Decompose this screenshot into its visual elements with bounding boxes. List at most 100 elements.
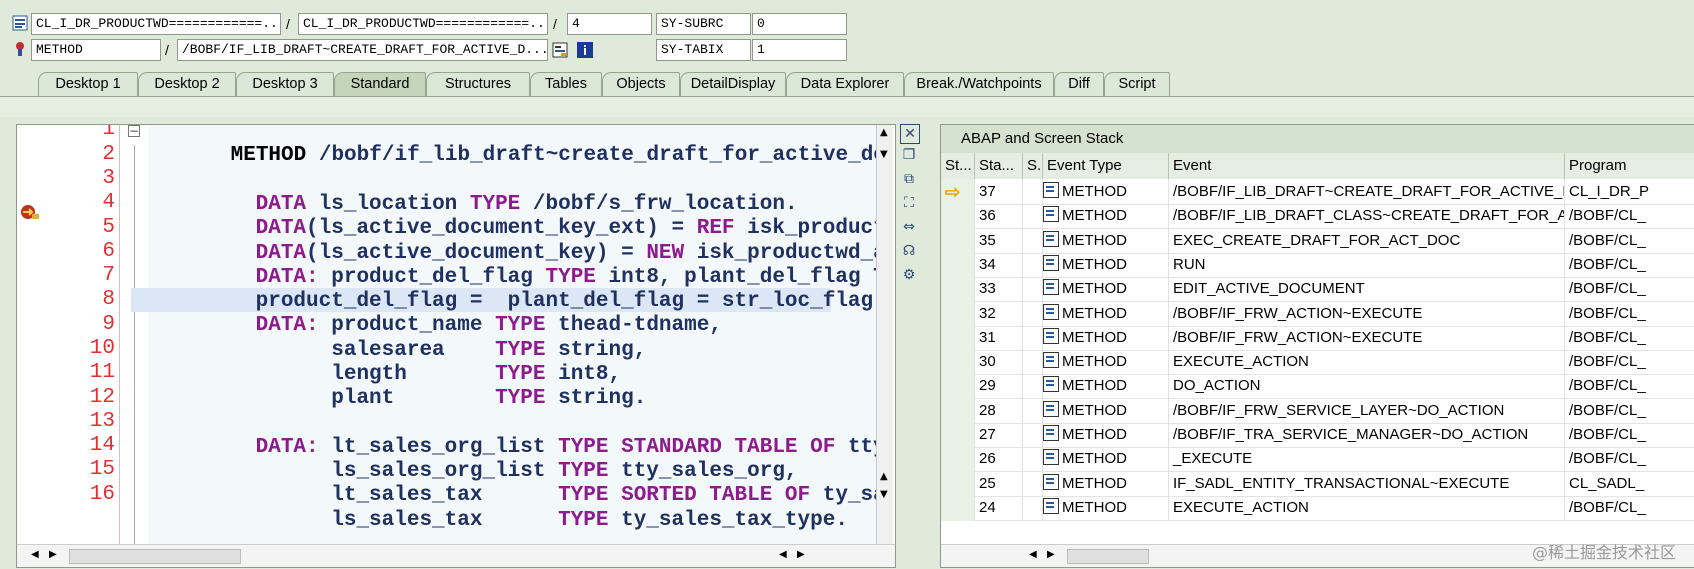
- scroll-up-icon[interactable]: ▲: [880, 127, 888, 138]
- fold-toggle-icon[interactable]: −: [128, 125, 140, 137]
- new-breakpoint-icon[interactable]: ❐: [900, 146, 918, 164]
- tab-diff[interactable]: Diff: [1054, 72, 1104, 96]
- column-header-event[interactable]: Event: [1169, 153, 1565, 179]
- scroll-left-icon[interactable]: ◀: [1029, 549, 1037, 560]
- event-type-text: METHOD: [1062, 474, 1127, 492]
- navigate-icon[interactable]: ⧉: [900, 170, 918, 188]
- row-event-type: METHOD: [1043, 446, 1169, 473]
- breakpoint-column[interactable]: [17, 125, 44, 545]
- row-level: 24: [975, 494, 1023, 521]
- program-field[interactable]: CL_I_DR_PRODUCTWD============...: [31, 13, 281, 35]
- scroll-down-icon[interactable]: ▼: [880, 489, 888, 500]
- row-program: /BOBF/CL_: [1565, 252, 1694, 278]
- event-type-field[interactable]: METHOD: [31, 39, 161, 61]
- scroll-thumb[interactable]: [1067, 549, 1149, 564]
- row-event-type: METHOD: [1043, 373, 1169, 400]
- scroll-right-icon[interactable]: ▶: [1047, 549, 1055, 560]
- fold-guide: [134, 145, 135, 545]
- source-editor[interactable]: 1 2 3 4 5 6 7 8 9 10 11 12 13 14 15 16 −…: [16, 124, 896, 568]
- display-source-icon[interactable]: [552, 42, 568, 58]
- tab-standard[interactable]: Standard: [334, 72, 426, 96]
- scroll-left-icon[interactable]: ◀: [31, 549, 39, 560]
- table-row[interactable]: 35 METHOD EXEC_CREATE_DRAFT_FOR_ACT_DOC/BO…: [941, 227, 1694, 254]
- row-program: /BOBF/CL_: [1565, 398, 1694, 424]
- line-number: 13: [89, 410, 115, 433]
- tab-desktop-1[interactable]: Desktop 1: [38, 72, 138, 96]
- tab-script[interactable]: Script: [1104, 72, 1170, 96]
- table-row[interactable]: 28 METHOD/BOBF/IF_FRW_SERVICE_LAYER~DO_AC…: [941, 397, 1694, 424]
- watchpoint-icon[interactable]: ☊: [900, 242, 918, 260]
- table-row[interactable]: 36 METHOD/BOBF/IF_LIB_DRAFT_CLASS~CREATE_…: [941, 203, 1694, 230]
- method-field[interactable]: /BOBF/IF_LIB_DRAFT~CREATE_DRAFT_FOR_ACTI…: [177, 39, 548, 61]
- method-type-icon: [1043, 376, 1059, 393]
- row-s: [1023, 494, 1043, 521]
- tab-objects[interactable]: Objects: [602, 72, 680, 96]
- code-area[interactable]: METHOD /bobf/if_lib_draft~create_draft_f…: [131, 125, 893, 545]
- column-header-program[interactable]: Program: [1565, 153, 1694, 179]
- resize-icon[interactable]: ⇔: [900, 218, 918, 236]
- tab-data-explorer[interactable]: Data Explorer: [786, 72, 904, 96]
- tab-desktop-2[interactable]: Desktop 2: [138, 72, 236, 96]
- table-row[interactable]: 25 METHOD IF_SADL_ENTITY_TRANSACTIONAL~EXE…: [941, 470, 1694, 497]
- table-row[interactable]: 24 METHOD EXECUTE_ACTION/BOBF/CL_: [941, 494, 1694, 521]
- editor-vertical-scrollbar[interactable]: ▲ ▼ ▲ ▼: [876, 125, 893, 545]
- column-header-status[interactable]: St...: [941, 153, 975, 179]
- include-field[interactable]: CL_I_DR_PRODUCTWD============...: [298, 13, 548, 35]
- table-row[interactable]: 30 METHOD EXECUTE_ACTION/BOBF/CL_: [941, 349, 1694, 376]
- scroll-left-icon[interactable]: ◀: [779, 549, 787, 560]
- method-type-icon: [1043, 230, 1059, 247]
- row-event: EDIT_ACTIVE_DOCUMENT: [1169, 276, 1565, 303]
- row-status: [941, 422, 975, 448]
- line-number: 15: [89, 458, 115, 481]
- row-s: [1023, 179, 1043, 205]
- path-separator: /: [553, 16, 557, 32]
- table-row[interactable]: 29 METHOD DO_ACTION/BOBF/CL_: [941, 373, 1694, 400]
- tab-tables[interactable]: Tables: [530, 72, 602, 96]
- scroll-down-icon[interactable]: ▼: [880, 149, 888, 160]
- close-icon[interactable]: ✕: [900, 124, 920, 144]
- method-type-icon: [1043, 497, 1059, 514]
- column-header-event-type[interactable]: Event Type: [1043, 153, 1169, 179]
- event-type-text: METHOD: [1062, 304, 1127, 322]
- table-row[interactable]: 27 METHOD/BOBF/IF_TRA_SERVICE_MANAGER~DO_…: [941, 422, 1694, 448]
- method-type-icon: [1043, 425, 1059, 441]
- sy-subrc-value[interactable]: 0: [752, 13, 847, 35]
- settings-icon[interactable]: ⚙: [900, 266, 918, 284]
- row-s: [1023, 324, 1043, 351]
- code-line: METHOD /bobf/if_lib_draft~create_draft_f…: [230, 144, 886, 167]
- scroll-up-icon[interactable]: ▲: [880, 471, 888, 482]
- row-event: EXEC_CREATE_DRAFT_FOR_ACT_DOC: [1169, 227, 1565, 254]
- method-type-icon: [1043, 473, 1059, 490]
- table-row[interactable]: 33 METHOD EDIT_ACTIVE_DOCUMENT/BOBF/CL_: [941, 276, 1694, 303]
- tab-detaildisplay[interactable]: DetailDisplay: [680, 72, 786, 96]
- row-event: IF_SADL_ENTITY_TRANSACTIONAL~EXECUTE: [1169, 470, 1565, 497]
- method-type-icon: [1043, 303, 1059, 320]
- method-icon: [12, 41, 28, 57]
- row-level: 25: [975, 470, 1023, 497]
- table-row[interactable]: 34 METHOD RUN/BOBF/CL_: [941, 251, 1694, 278]
- editor-side-toolbar: ✕ ❐ ⧉ ⛶ ⇔ ☊ ⚙: [896, 124, 922, 283]
- line-number-column: 1 2 3 4 5 6 7 8 9 10 11 12 13 14 15 16: [43, 125, 119, 545]
- row-event-type: METHOD: [1043, 251, 1169, 278]
- table-row[interactable]: 32 METHOD/BOBF/IF_FRW_ACTION~EXECUTE/BOBF…: [941, 300, 1694, 327]
- column-header-s[interactable]: S..: [1023, 153, 1043, 179]
- scroll-right-icon[interactable]: ▶: [49, 549, 57, 560]
- column-header-level[interactable]: Sta...: [975, 153, 1023, 179]
- fullscreen-icon[interactable]: ⛶: [900, 194, 918, 212]
- scroll-right-icon[interactable]: ▶: [797, 549, 805, 560]
- tab-structures[interactable]: Structures: [426, 72, 530, 96]
- code-line: DATA ls_location TYPE /bobf/s_frw_locati…: [255, 193, 798, 216]
- tab-desktop-3[interactable]: Desktop 3: [236, 72, 334, 96]
- code-line: product_del_flag = plant_del_flag = str_…: [255, 290, 874, 313]
- tab-breakpoints[interactable]: Break./Watchpoints: [904, 72, 1054, 96]
- scroll-thumb[interactable]: [69, 549, 241, 564]
- line-field[interactable]: 4: [567, 13, 652, 35]
- row-s: [1023, 300, 1043, 327]
- tab-panel-strip: [0, 97, 1694, 117]
- info-icon[interactable]: [577, 42, 593, 58]
- table-row[interactable]: 31 METHOD/BOBF/IF_FRW_ACTION~EXECUTE/BOBF…: [941, 324, 1694, 351]
- editor-horizontal-scrollbar[interactable]: ◀ ▶ ◀ ▶: [17, 544, 895, 567]
- table-row[interactable]: ⇨ 37 METHOD/BOBF/IF_LIB_DRAFT~CREATE_DRAFT…: [941, 179, 1694, 205]
- sy-tabix-value[interactable]: 1: [752, 39, 847, 61]
- table-row[interactable]: 26 METHOD _EXECUTE/BOBF/CL_: [941, 446, 1694, 473]
